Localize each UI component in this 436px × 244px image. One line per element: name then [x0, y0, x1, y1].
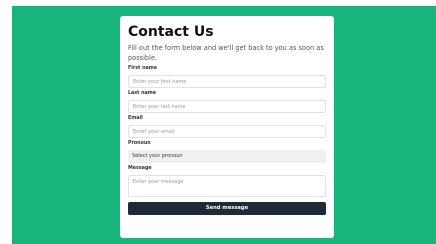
message-textarea[interactable]: Enter your message [128, 175, 326, 197]
email-label: Email [128, 116, 143, 121]
send-message-button[interactable]: Send message [128, 202, 326, 215]
email-field-group: Email Enter your email [128, 116, 326, 138]
message-field-group: Message Enter your message [128, 166, 326, 197]
contact-form-card: Contact Us Fill out the form below and w… [120, 16, 334, 238]
message-label: Message [128, 166, 152, 171]
last-name-field-group: Last name Enter your last name [128, 91, 326, 113]
first-name-label: First name [128, 66, 158, 71]
pronoun-label: Pronoun [128, 141, 151, 146]
pronoun-field-group: Pronoun Select your pronoun [128, 141, 326, 163]
last-name-input[interactable]: Enter your last name [128, 100, 326, 113]
pronoun-select[interactable]: Select your pronoun [128, 150, 326, 163]
email-input[interactable]: Enter your email [128, 125, 326, 138]
first-name-input[interactable]: Enter your first name [128, 75, 326, 88]
form-subtitle: Fill out the form below and we'll get ba… [128, 44, 324, 62]
last-name-label: Last name [128, 91, 157, 96]
form-title: Contact Us [128, 24, 214, 40]
first-name-field-group: First name Enter your first name [128, 66, 326, 88]
